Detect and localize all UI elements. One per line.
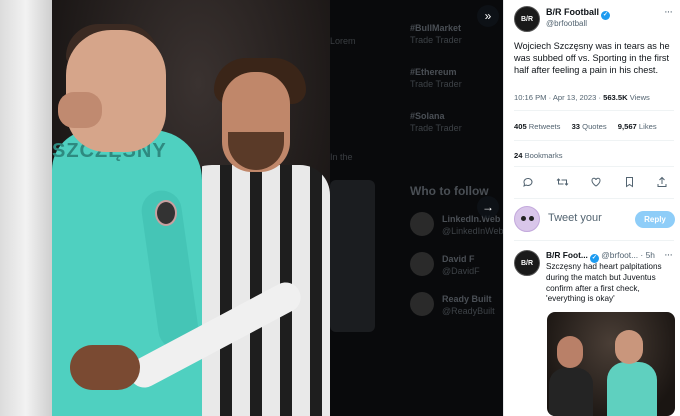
avatar [410,252,434,276]
sleeve-badge [155,200,177,226]
views-count: 563.5K [603,93,628,102]
divider [514,240,674,241]
goal-post [0,0,52,416]
reply-input[interactable]: Tweet your [548,212,602,224]
engagement-stats: 405 Retweets 33 Quotes 9,567 Likes [514,122,657,131]
media-viewer: Lorem In the #BullMarket Trade Trader #E… [0,0,503,416]
retweets-link[interactable]: 405 Retweets [514,122,560,131]
more-options-icon[interactable]: ··· [664,6,673,18]
retweet-icon[interactable] [556,176,569,192]
current-user-avatar [514,206,540,232]
expand-icon[interactable]: » [477,5,499,27]
next-image-icon[interactable]: → [477,196,499,218]
tweet-date[interactable]: Apr 13, 2023 [553,93,597,102]
bookmark-icon[interactable] [624,176,635,192]
tweet-actions [522,176,672,190]
hand [58,92,102,128]
follow-suggestion: Ready Built @ReadyBuilt [410,292,503,318]
views-label: Views [629,93,650,102]
share-icon[interactable] [656,176,668,192]
reply-media[interactable] [547,312,675,416]
avatar[interactable]: B/R [514,6,540,32]
avatar[interactable]: B/R [514,250,540,276]
quotes-link[interactable]: 33 Quotes [572,122,607,131]
divider [514,140,674,141]
tweet-panel: B/R B/R Football ✓ @brfootball ··· Wojcie… [503,0,680,416]
reply-text: Szczęsny had heart palpitations during t… [546,262,662,304]
background-text: In the [330,152,353,162]
like-icon[interactable] [590,176,602,192]
more-options-icon[interactable]: ··· [664,249,673,261]
likes-link[interactable]: 9,567 Likes [618,122,657,131]
tweet-meta: 10:16 PM · Apr 13, 2023 · 563.5K Views [514,93,650,102]
avatar [410,212,434,236]
verified-badge-icon: ✓ [601,11,610,20]
tweet-photo[interactable]: SZCZĘSNY [0,0,330,416]
who-to-follow-heading: Who to follow [410,184,489,198]
follow-suggestion: David F @DavidF [410,252,503,278]
trend-item: #Ethereum Trade Trader [410,67,462,89]
bookmarks-link[interactable]: 24 Bookmarks [514,151,563,160]
background-text: Lorem [330,36,356,46]
tweet-text: Wojciech Szczęsny was in tears as he was… [514,41,670,75]
author-handle[interactable]: @brfootball [546,19,587,28]
reply-button[interactable]: Reply [635,211,675,228]
background-thumbnail [330,180,375,332]
hand [70,345,140,390]
avatar [410,292,434,316]
goalkeeper-face [66,30,166,152]
tweet-time[interactable]: 10:16 PM [514,93,547,102]
reply-icon[interactable] [522,176,534,192]
trend-item: #Solana Trade Trader [410,111,462,133]
divider [514,198,674,199]
divider [514,110,674,111]
divider [514,166,674,167]
